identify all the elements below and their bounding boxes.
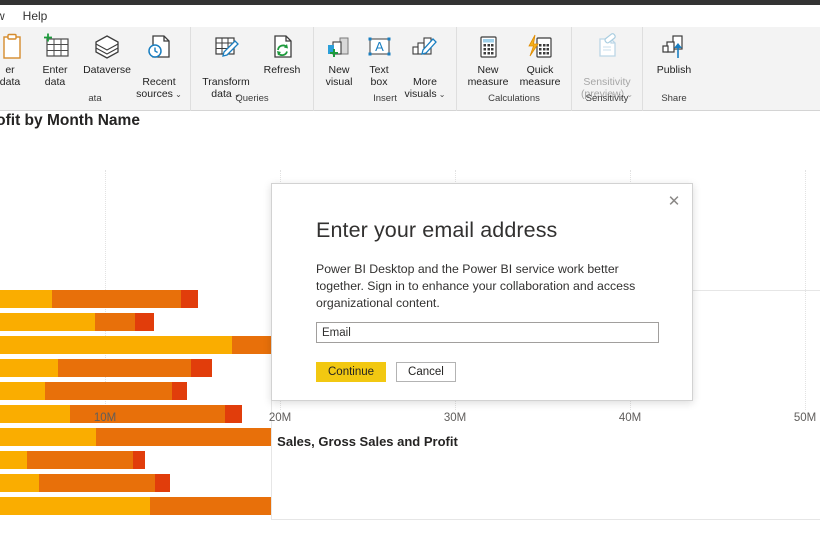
continue-button[interactable]: Continue bbox=[316, 362, 387, 382]
dialog-body-text: Power BI Desktop and the Power BI servic… bbox=[316, 262, 636, 310]
ribbon-enter-data-label: Enter data bbox=[42, 64, 68, 88]
ribbon-new-visual-label: New visual bbox=[325, 64, 353, 88]
chart-bar[interactable] bbox=[0, 336, 272, 354]
chart-bar-segment[interactable] bbox=[133, 451, 145, 469]
chart-bar-segment[interactable] bbox=[95, 313, 135, 331]
chart-bar-segment[interactable] bbox=[58, 359, 191, 377]
chart-x-tick-label: 30M bbox=[443, 412, 467, 424]
sign-in-dialog[interactable]: ✕ Enter your email address Power BI Desk… bbox=[271, 183, 693, 401]
ribbon-new-measure-label: New measure bbox=[467, 64, 509, 88]
text-box-icon: A bbox=[364, 32, 394, 62]
ribbon-dataverse-label: Dataverse bbox=[83, 64, 131, 76]
menu-item-help[interactable]: Help bbox=[14, 7, 57, 25]
ribbon-paste-label: er data bbox=[0, 64, 21, 88]
enter-data-icon bbox=[40, 32, 70, 62]
ribbon-recent-sources[interactable]: Recent sources ⌄ bbox=[133, 27, 185, 101]
chart-bar-segment[interactable] bbox=[52, 290, 181, 308]
email-input[interactable] bbox=[316, 322, 659, 343]
refresh-icon bbox=[267, 32, 297, 62]
chart-bar-segment[interactable] bbox=[45, 382, 172, 400]
ribbon-group-insert-label: Insert bbox=[373, 93, 397, 104]
chart-bar-segment[interactable] bbox=[0, 359, 58, 377]
ribbon-refresh-label: Refresh bbox=[263, 64, 301, 76]
ribbon-group-calculations-label: Calculations bbox=[488, 93, 540, 104]
ribbon-group-share-label: Share bbox=[661, 93, 687, 104]
chart-bar-segment[interactable] bbox=[232, 336, 272, 354]
ribbon-dataverse[interactable]: Dataverse bbox=[81, 27, 133, 76]
ribbon-toolbar: er data Enter data Dataverse Recent sour… bbox=[0, 27, 820, 111]
menu-item-view-clipped[interactable]: w bbox=[0, 7, 14, 25]
menu-bar: w Help bbox=[0, 5, 820, 27]
ribbon-sensitivity[interactable]: Sensitivity (preview) ⌄ bbox=[577, 27, 637, 101]
chart-bar-segment[interactable] bbox=[0, 382, 45, 400]
chart-bar-segment[interactable] bbox=[0, 313, 95, 331]
chart-x-axis: 10M 20M 30M 40M 50M bbox=[0, 412, 820, 432]
chart-bar-segment[interactable] bbox=[0, 290, 52, 308]
chart-gridline bbox=[805, 170, 806, 410]
chart-bar-segment[interactable] bbox=[155, 474, 170, 492]
new-measure-icon bbox=[473, 32, 503, 62]
chart-bar-segment[interactable] bbox=[39, 474, 155, 492]
chart-bar[interactable] bbox=[0, 313, 154, 331]
svg-text:A: A bbox=[375, 39, 384, 54]
quick-measure-icon bbox=[525, 32, 555, 62]
ribbon-group-sensitivity-label: Sensitivity bbox=[585, 93, 629, 104]
chart-x-tick-label: 50M bbox=[793, 412, 817, 424]
ribbon-quick-measure[interactable]: Quick measure bbox=[514, 27, 566, 88]
ribbon-new-measure[interactable]: New measure bbox=[462, 27, 514, 88]
ribbon-group-queries: Transform data ⌄ Refresh Queries bbox=[190, 27, 313, 111]
chart-bar-segment[interactable] bbox=[135, 313, 154, 331]
chart-bar-segment[interactable] bbox=[181, 290, 198, 308]
chart-title: d Profit by Month Name bbox=[0, 112, 140, 129]
chart-bar-segment[interactable] bbox=[0, 474, 39, 492]
ribbon-transform-data[interactable]: Transform data ⌄ bbox=[196, 27, 256, 101]
ribbon-group-share: Publish Share bbox=[642, 27, 705, 111]
publish-icon bbox=[659, 32, 689, 62]
ribbon-paste-clipped[interactable]: er data bbox=[0, 27, 29, 88]
ribbon-group-sensitivity: Sensitivity (preview) ⌄ Sensitivity bbox=[571, 27, 642, 111]
ribbon-group-queries-label: Queries bbox=[235, 93, 269, 104]
chart-bar-segment[interactable] bbox=[0, 497, 150, 515]
ribbon-publish[interactable]: Publish bbox=[648, 27, 700, 76]
dialog-title: Enter your email address bbox=[316, 218, 558, 242]
sensitivity-icon bbox=[592, 32, 622, 62]
chart-bar-segment[interactable] bbox=[150, 497, 272, 515]
ribbon-group-insert: New visual A Text box More visuals ⌄ Ins… bbox=[313, 27, 456, 111]
new-visual-icon bbox=[324, 32, 354, 62]
recent-sources-icon bbox=[144, 32, 174, 62]
chart-bar-segment[interactable] bbox=[0, 336, 232, 354]
chart-x-tick-label: 40M bbox=[618, 412, 642, 424]
ribbon-group-data: er data Enter data Dataverse Recent sour… bbox=[0, 27, 190, 111]
transform-data-icon bbox=[211, 32, 241, 62]
ribbon-group-data-label: ata bbox=[88, 93, 102, 104]
ribbon-group-calculations: New measure Quick measure Calculations bbox=[456, 27, 571, 111]
paste-icon bbox=[0, 32, 23, 62]
chart-bar-segment[interactable] bbox=[172, 382, 187, 400]
chart-x-axis-title: Sales, Gross Sales and Profit bbox=[277, 434, 458, 449]
ribbon-text-box-label: Text box bbox=[369, 64, 389, 88]
chart-x-tick-label: 20M bbox=[268, 412, 292, 424]
chart-bar-segment[interactable] bbox=[0, 451, 27, 469]
close-icon[interactable]: ✕ bbox=[662, 190, 686, 212]
chart-bar[interactable] bbox=[0, 290, 198, 308]
chart-bar[interactable] bbox=[0, 382, 187, 400]
chart-bar[interactable] bbox=[0, 359, 212, 377]
chart-bar-segment[interactable] bbox=[27, 451, 133, 469]
ribbon-enter-data[interactable]: Enter data bbox=[29, 27, 81, 88]
chart-bar[interactable] bbox=[0, 451, 145, 469]
more-visuals-icon bbox=[410, 32, 440, 62]
chart-bar[interactable] bbox=[0, 474, 170, 492]
chart-bar[interactable] bbox=[0, 497, 272, 515]
ribbon-publish-label: Publish bbox=[656, 64, 692, 76]
chart-bar-segment[interactable] bbox=[191, 359, 212, 377]
ribbon-quick-measure-label: Quick measure bbox=[519, 64, 561, 88]
dataverse-icon bbox=[92, 32, 122, 62]
ribbon-refresh[interactable]: Refresh bbox=[256, 27, 308, 76]
ribbon-new-visual[interactable]: New visual bbox=[319, 27, 359, 88]
ribbon-text-box[interactable]: A Text box bbox=[359, 27, 399, 88]
cancel-button[interactable]: Cancel bbox=[396, 362, 456, 382]
ribbon-more-visuals[interactable]: More visuals ⌄ bbox=[399, 27, 451, 101]
chart-x-tick-label: 10M bbox=[93, 412, 117, 424]
dialog-button-row: Continue Cancel bbox=[316, 362, 456, 382]
